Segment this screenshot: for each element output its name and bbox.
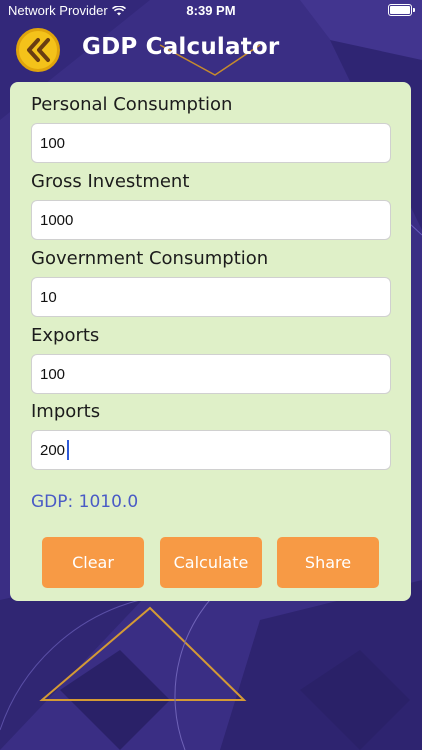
field-label-gross-investment: Gross Investment xyxy=(31,171,190,192)
field-label-personal-consumption: Personal Consumption xyxy=(31,94,233,115)
text-cursor xyxy=(67,440,69,460)
calculate-button[interactable]: Calculate xyxy=(160,537,262,588)
field-label-exports: Exports xyxy=(31,325,100,346)
field-label-government-consumption: Government Consumption xyxy=(31,248,269,269)
back-button[interactable] xyxy=(16,28,60,72)
app-header: GDP Calculator xyxy=(0,28,422,72)
clear-button[interactable]: Clear xyxy=(42,537,144,588)
double-chevron-left-icon xyxy=(27,38,50,62)
page-title: GDP Calculator xyxy=(82,34,280,60)
status-time: 8:39 PM xyxy=(186,3,236,18)
gross-investment-input[interactable] xyxy=(31,200,391,240)
exports-input[interactable] xyxy=(31,354,391,394)
gdp-result: GDP: 1010.0 xyxy=(31,492,139,512)
status-bar: Network Provider 8:39 PM xyxy=(0,0,422,20)
government-consumption-input[interactable] xyxy=(31,277,391,317)
field-label-imports: Imports xyxy=(31,401,101,422)
personal-consumption-input[interactable] xyxy=(31,123,391,163)
share-button[interactable]: Share xyxy=(277,537,379,588)
imports-input[interactable] xyxy=(31,430,391,470)
battery-icon xyxy=(388,4,415,16)
calculator-card: Personal Consumption Gross Investment Go… xyxy=(10,82,411,601)
